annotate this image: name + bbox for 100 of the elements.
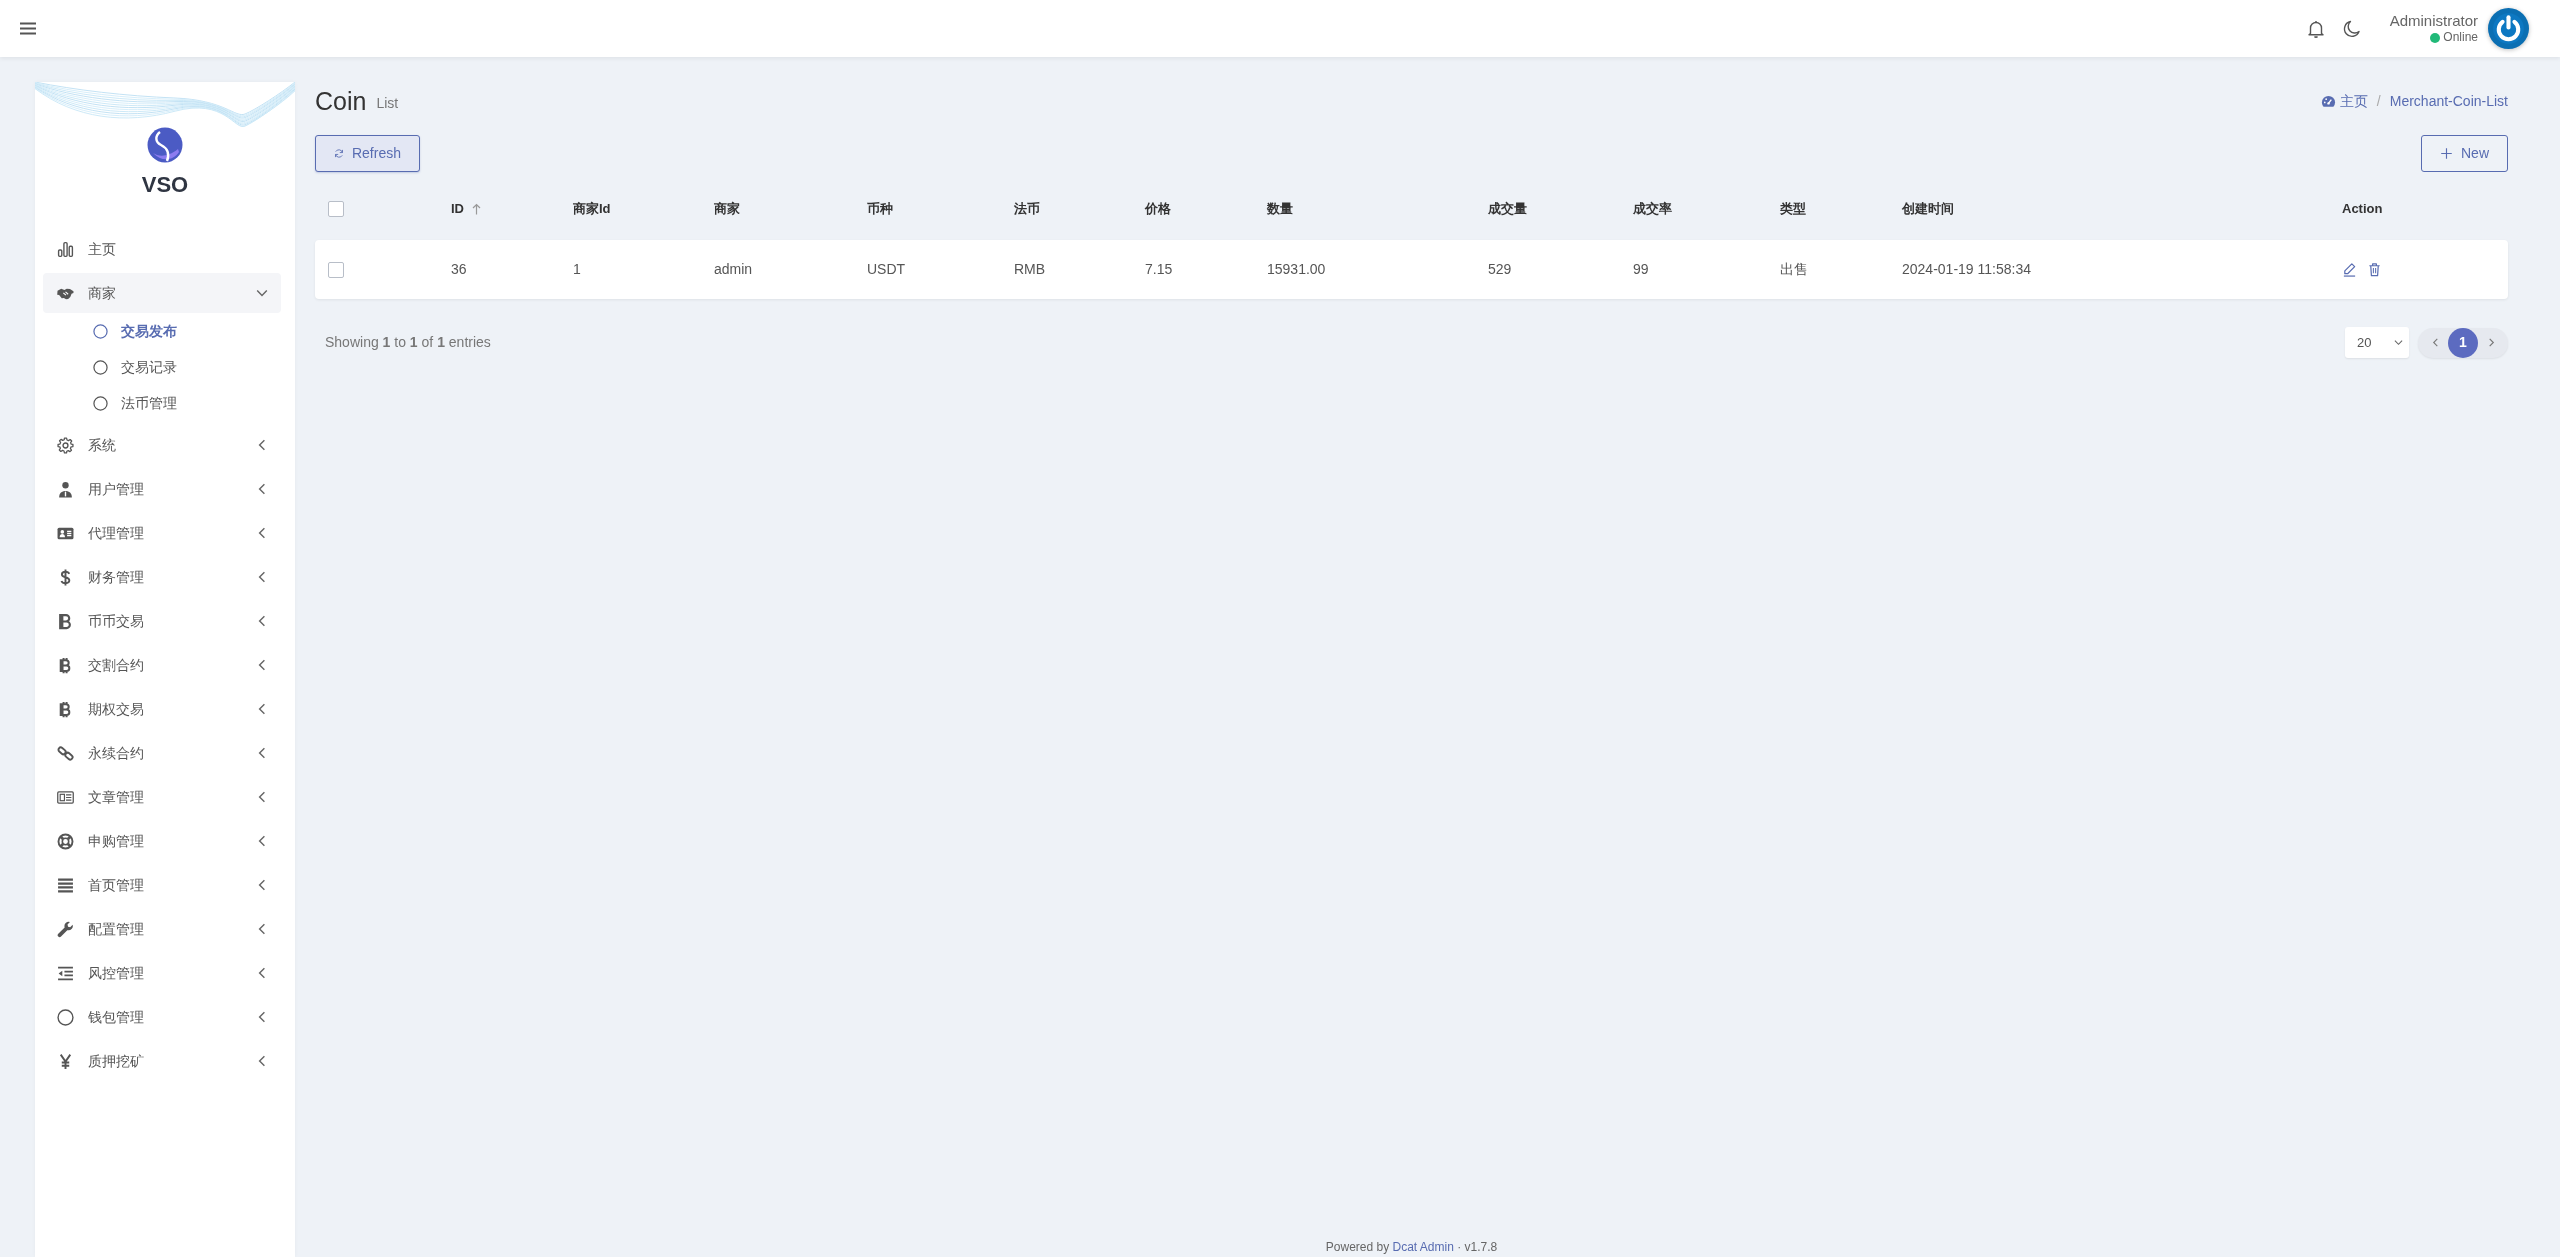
bars-icon bbox=[57, 876, 74, 894]
table-cell: USDT bbox=[867, 261, 906, 277]
chevron-left-icon bbox=[256, 615, 268, 627]
chevron-left-icon bbox=[256, 571, 268, 583]
bar-chart-icon bbox=[57, 240, 74, 258]
lifebuoy-icon bbox=[57, 832, 74, 850]
newspaper-icon bbox=[57, 788, 74, 806]
per-page-select[interactable]: 20 bbox=[2345, 327, 2409, 358]
chevron-left-icon bbox=[256, 439, 268, 451]
sidebar-item[interactable]: 永续合约 bbox=[43, 733, 281, 773]
sidebar-item[interactable]: 质押挖矿 bbox=[43, 1041, 281, 1081]
column-header: 数量 bbox=[1267, 200, 1293, 219]
table-cell: RMB bbox=[1014, 261, 1046, 277]
table-cell: 99 bbox=[1633, 261, 1649, 277]
sidebar-subitem[interactable]: 法币管理 bbox=[43, 385, 281, 421]
chevron-left-icon bbox=[256, 879, 268, 891]
plus-icon bbox=[2440, 147, 2453, 160]
wrench-icon bbox=[57, 920, 74, 938]
breadcrumb-link[interactable]: Merchant-Coin-List bbox=[2389, 90, 2508, 112]
yen-icon bbox=[57, 1052, 74, 1070]
sidebar-item[interactable]: 商家 bbox=[43, 273, 281, 313]
table-cell: 529 bbox=[1488, 261, 1512, 277]
table-cell: 36 bbox=[451, 261, 467, 277]
user-name: Administrator bbox=[2389, 11, 2478, 31]
sidebar-item[interactable]: 配置管理 bbox=[43, 909, 281, 949]
table-cell: 出售 bbox=[1780, 261, 1808, 277]
column-header: 成交率 bbox=[1633, 200, 1672, 219]
select-all-checkbox[interactable] bbox=[328, 201, 344, 217]
chevron-left-icon bbox=[256, 703, 268, 715]
chevron-left-icon bbox=[256, 1055, 268, 1067]
table-cell: 2024-01-19 11:58:34 bbox=[1902, 261, 2031, 277]
chevron-left-icon bbox=[256, 835, 268, 847]
status-dot-icon bbox=[2430, 32, 2441, 43]
breadcrumb-separator: / bbox=[2376, 91, 2381, 111]
column-header: 商家Id bbox=[573, 200, 611, 219]
entries-summary: Showing 1 to 1 of 1 entries bbox=[325, 333, 491, 352]
column-header[interactable]: ID bbox=[451, 199, 481, 219]
column-header: Action bbox=[2342, 200, 2383, 219]
user-icon bbox=[57, 480, 74, 498]
sidebar-item[interactable]: 期权交易 bbox=[43, 689, 281, 729]
circle-icon bbox=[57, 1008, 74, 1026]
menu-icon[interactable] bbox=[20, 22, 36, 35]
new-button[interactable]: New bbox=[2421, 135, 2508, 172]
page-button[interactable]: 1 bbox=[2448, 327, 2478, 358]
sidebar-item[interactable]: 币币交易 bbox=[43, 601, 281, 641]
sidebar-subitem[interactable]: 交易发布 bbox=[43, 313, 281, 349]
page-title: Coin bbox=[315, 88, 367, 114]
circle-icon bbox=[93, 359, 108, 375]
chevron-left-icon bbox=[256, 659, 268, 671]
sidebar-item[interactable]: 系统 bbox=[43, 425, 281, 465]
caret-icon bbox=[2394, 338, 2403, 347]
link-icon bbox=[57, 744, 74, 762]
table-cell: 7.15 bbox=[1145, 261, 1173, 277]
footer-text: Powered by Dcat Admin · v1.7.8 bbox=[1324, 1239, 1499, 1256]
chevron-left-icon bbox=[2430, 338, 2440, 347]
sidebar-item[interactable]: 文章管理 bbox=[43, 777, 281, 817]
sidebar-item[interactable]: 交割合约 bbox=[43, 645, 281, 685]
circle-icon bbox=[93, 395, 108, 411]
sidebar-item[interactable]: 风控管理 bbox=[43, 953, 281, 993]
sidebar-item[interactable]: 代理管理 bbox=[43, 513, 281, 553]
logo-icon[interactable] bbox=[147, 127, 183, 163]
brand-name: VSO bbox=[141, 171, 189, 199]
column-header: 法币 bbox=[1014, 200, 1040, 219]
sidebar-item[interactable]: 主页 bbox=[43, 229, 281, 269]
chevron-left-icon bbox=[256, 527, 268, 539]
chevron-left-icon bbox=[256, 967, 268, 979]
chevron-left-icon bbox=[256, 747, 268, 759]
footer-link[interactable]: Dcat Admin bbox=[1392, 1240, 1454, 1254]
sidebar-item[interactable]: 申购管理 bbox=[43, 821, 281, 861]
sidebar-item[interactable]: 首页管理 bbox=[43, 865, 281, 905]
sidebar-item[interactable]: 钱包管理 bbox=[43, 997, 281, 1037]
table-cell: 1 bbox=[573, 261, 581, 277]
bell-icon[interactable] bbox=[2305, 18, 2326, 39]
sidebar-item[interactable]: 用户管理 bbox=[43, 469, 281, 509]
chevron-right-icon bbox=[2486, 338, 2496, 347]
chevron-left-icon bbox=[256, 483, 268, 495]
edit-icon[interactable] bbox=[2342, 262, 2357, 277]
sidebar-item[interactable]: 财务管理 bbox=[43, 557, 281, 597]
column-header: 类型 bbox=[1780, 200, 1806, 219]
settings-icon bbox=[57, 436, 74, 454]
row-checkbox[interactable] bbox=[328, 261, 344, 278]
breadcrumb-link[interactable]: 主页 bbox=[2320, 90, 2368, 112]
avatar-icon[interactable] bbox=[2488, 8, 2529, 49]
trash-icon[interactable] bbox=[2367, 262, 2382, 277]
column-header: 商家 bbox=[714, 200, 740, 219]
column-header: 价格 bbox=[1145, 200, 1171, 219]
chevron-left-icon bbox=[256, 791, 268, 803]
sort-icon[interactable] bbox=[472, 203, 481, 215]
moon-icon[interactable] bbox=[2341, 18, 2362, 39]
chevron-left-icon bbox=[256, 1011, 268, 1023]
status-text: Online bbox=[2443, 30, 2478, 46]
sidebar-subitem[interactable]: 交易记录 bbox=[43, 349, 281, 385]
refresh-button[interactable]: Refresh bbox=[315, 135, 420, 172]
table-cell: 15931.00 bbox=[1267, 261, 1326, 277]
column-header: 成交量 bbox=[1488, 200, 1527, 219]
column-header: 币种 bbox=[867, 200, 893, 219]
gauge-icon bbox=[2320, 93, 2336, 109]
column-header: 创建时间 bbox=[1902, 200, 1954, 219]
chevron-left-icon bbox=[256, 923, 268, 935]
chevron-down-icon bbox=[256, 287, 268, 299]
